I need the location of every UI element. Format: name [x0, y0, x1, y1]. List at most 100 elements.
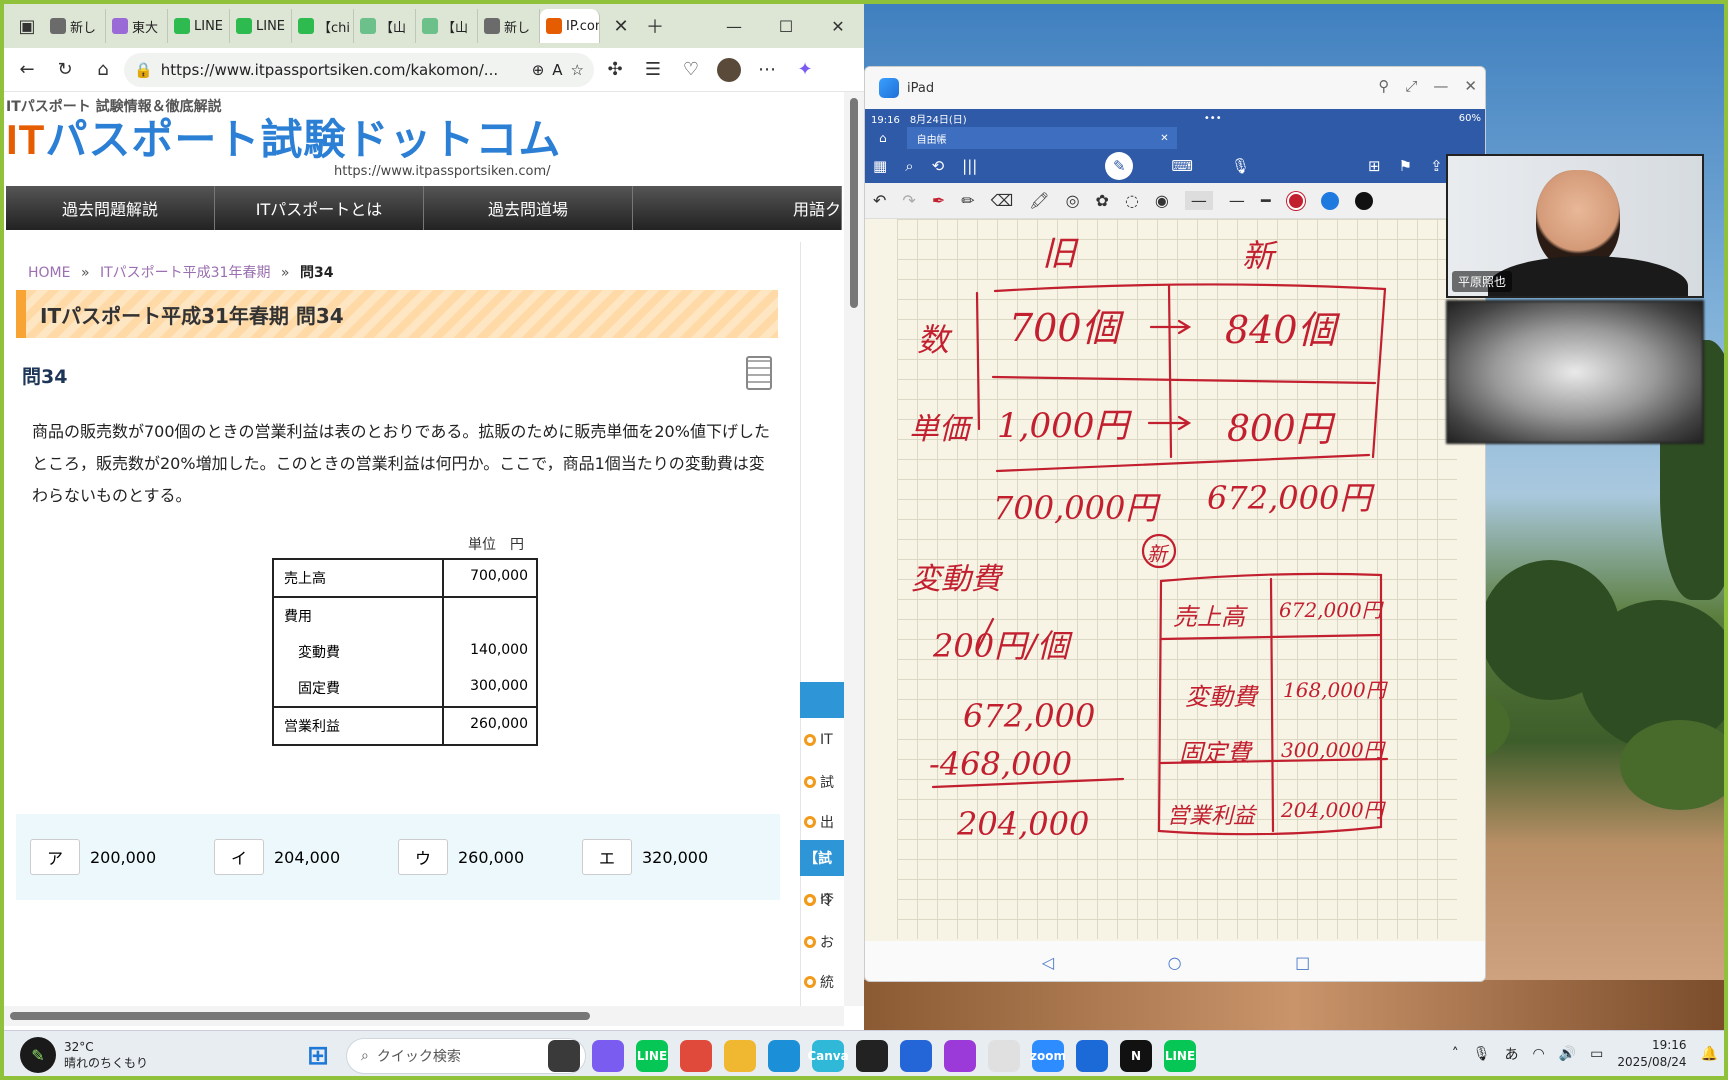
- home-circle-icon[interactable]: ○: [1168, 953, 1182, 972]
- grid-icon[interactable]: ▦: [873, 157, 887, 175]
- taskbar-app-icon[interactable]: [988, 1040, 1020, 1072]
- browser-tab[interactable]: LINE: [168, 9, 230, 43]
- choice-u[interactable]: ウ 260,000: [398, 839, 582, 875]
- taskbar-app-icon[interactable]: [680, 1040, 712, 1072]
- clock[interactable]: 19:16 2025/08/24: [1617, 1037, 1686, 1071]
- taskbar-app-icon[interactable]: LINE: [636, 1040, 668, 1072]
- redo-icon[interactable]: ↷: [902, 191, 915, 210]
- taskbar-app-icon[interactable]: [1076, 1040, 1108, 1072]
- minimize-icon[interactable]: —: [708, 4, 760, 48]
- favorites-icon[interactable]: ☰: [636, 53, 670, 87]
- pin-icon[interactable]: ⚲: [1378, 77, 1389, 95]
- ime-indicator[interactable]: あ: [1505, 1044, 1519, 1064]
- taskbar-app-icon[interactable]: [944, 1040, 976, 1072]
- choice-a[interactable]: ア 200,000: [30, 839, 214, 875]
- horizontal-scrollbar[interactable]: [4, 1006, 844, 1026]
- search-icon[interactable]: ⌕: [905, 157, 913, 175]
- nav-item[interactable]: 用語ク: [633, 186, 842, 230]
- close-icon[interactable]: ✕: [1464, 77, 1477, 95]
- home-icon[interactable]: ⌂: [86, 53, 120, 87]
- site-logo[interactable]: ITパスポート試験ドットコム: [4, 116, 844, 164]
- volume-icon[interactable]: 🔊: [1559, 1046, 1576, 1062]
- expand-icon[interactable]: ⤢: [1405, 77, 1417, 95]
- undo-icon[interactable]: ↶: [873, 191, 886, 210]
- laser-icon[interactable]: ◉: [1155, 191, 1169, 210]
- vertical-scrollbar[interactable]: [844, 92, 864, 1006]
- pen-icon[interactable]: ✎: [20, 1037, 56, 1073]
- new-tab-icon[interactable]: ＋: [638, 9, 672, 43]
- pencil-icon[interactable]: ✏: [961, 191, 974, 210]
- video-tile-speaker[interactable]: 平原照也: [1446, 154, 1704, 298]
- eraser-icon[interactable]: ⌫: [991, 191, 1014, 210]
- mic-icon[interactable]: 🎙: [1473, 1046, 1491, 1062]
- highlighter-icon[interactable]: 🖍: [1029, 191, 1049, 210]
- taskbar-app-icon[interactable]: [768, 1040, 800, 1072]
- taskbar-app-icon[interactable]: [724, 1040, 756, 1072]
- browser-tab[interactable]: 【山: [354, 9, 416, 43]
- add-page-icon[interactable]: ⊞: [1368, 157, 1381, 175]
- medium-line-icon[interactable]: —: [1229, 191, 1245, 210]
- taskbar-app-icon[interactable]: [548, 1040, 580, 1072]
- choice-e[interactable]: エ 320,000: [582, 839, 766, 875]
- close-icon[interactable]: ✕: [812, 4, 864, 48]
- zoom-icon[interactable]: ⊕: [532, 61, 545, 79]
- red-color-swatch[interactable]: [1286, 191, 1305, 210]
- browser-tab[interactable]: 東大: [106, 9, 168, 43]
- browser-tab[interactable]: IP.com: [540, 9, 600, 43]
- blue-color-swatch[interactable]: [1320, 191, 1339, 210]
- side-link[interactable]: 統: [804, 972, 834, 992]
- nav-item[interactable]: ITパスポートとは: [215, 186, 424, 230]
- shape-icon[interactable]: ◎: [1066, 191, 1080, 210]
- pen-mode-icon[interactable]: ✎: [1105, 152, 1134, 180]
- calculator-icon[interactable]: [746, 356, 772, 390]
- choice-i[interactable]: イ 204,000: [214, 839, 398, 875]
- sticker-icon[interactable]: ✿: [1096, 191, 1109, 210]
- taskbar-app-icon[interactable]: [592, 1040, 624, 1072]
- taskbar-app-icon[interactable]: zoom: [1030, 1040, 1066, 1072]
- start-icon[interactable]: ⊞: [302, 1040, 334, 1072]
- wifi-icon[interactable]: ◠: [1533, 1046, 1545, 1062]
- side-link[interactable]: 出: [804, 812, 834, 832]
- read-aloud-icon[interactable]: A: [552, 61, 562, 79]
- home-icon[interactable]: ⌂: [879, 131, 887, 145]
- audio-icon[interactable]: |||: [962, 157, 977, 175]
- thick-line-icon[interactable]: ━: [1261, 191, 1271, 210]
- recents-icon[interactable]: □: [1295, 953, 1310, 972]
- bookmark-icon[interactable]: ⚑: [1399, 157, 1412, 175]
- video-tile-blurred[interactable]: [1446, 300, 1704, 444]
- side-link[interactable]: IT: [804, 732, 833, 748]
- maximize-icon[interactable]: ☐: [760, 4, 812, 48]
- breadcrumb-parent[interactable]: ITパスポート平成31年春期: [100, 265, 271, 281]
- side-link[interactable]: お: [804, 932, 834, 952]
- browser-tab[interactable]: 新し: [478, 9, 540, 43]
- taskbar-app-icon[interactable]: LINE: [1164, 1040, 1196, 1072]
- address-bar[interactable]: 🔒 https://www.itpassportsiken.com/kakomo…: [124, 52, 594, 87]
- handwritten-note-page[interactable]: 旧 新 数 700個 840個 単価 1,000円 800円 700,000円 …: [897, 219, 1457, 939]
- nav-item[interactable]: 過去問道場: [424, 186, 633, 230]
- back-icon[interactable]: ◁: [1042, 953, 1054, 972]
- mic-icon[interactable]: 🎙: [1231, 157, 1250, 175]
- weather-widget[interactable]: ✎ 32°C 晴れのちくもり: [20, 1037, 148, 1073]
- lasso-tool-icon[interactable]: ◌: [1125, 191, 1139, 210]
- side-link[interactable]: 令: [804, 890, 834, 910]
- browser-tab[interactable]: 【山: [416, 9, 478, 43]
- refresh-icon[interactable]: ↻: [48, 53, 82, 87]
- taskbar-app-icon[interactable]: [900, 1040, 932, 1072]
- minimize-icon[interactable]: —: [1433, 77, 1448, 95]
- taskbar-app-icon[interactable]: Canva: [807, 1040, 849, 1072]
- pen-icon[interactable]: ✒: [932, 191, 945, 210]
- taskbar-app-icon[interactable]: [856, 1040, 888, 1072]
- notification-icon[interactable]: 🔔: [1701, 1046, 1718, 1062]
- favorite-star-icon[interactable]: ☆: [571, 61, 584, 79]
- browser-tab[interactable]: 【chi: [292, 9, 354, 43]
- extensions-icon[interactable]: ✣: [598, 53, 632, 87]
- back-icon[interactable]: ←: [10, 53, 44, 87]
- chevron-up-icon[interactable]: ˄: [1452, 1046, 1459, 1062]
- nav-item[interactable]: 過去問題解説: [6, 186, 215, 230]
- profile-avatar[interactable]: [712, 53, 746, 87]
- keyboard-icon[interactable]: ⌨: [1171, 157, 1193, 175]
- thin-line-icon[interactable]: —: [1184, 191, 1213, 210]
- browser-tab[interactable]: 新し: [44, 9, 106, 43]
- doc-tab[interactable]: 自由帳 ✕: [906, 127, 1177, 149]
- copilot-icon[interactable]: ✦: [788, 53, 822, 87]
